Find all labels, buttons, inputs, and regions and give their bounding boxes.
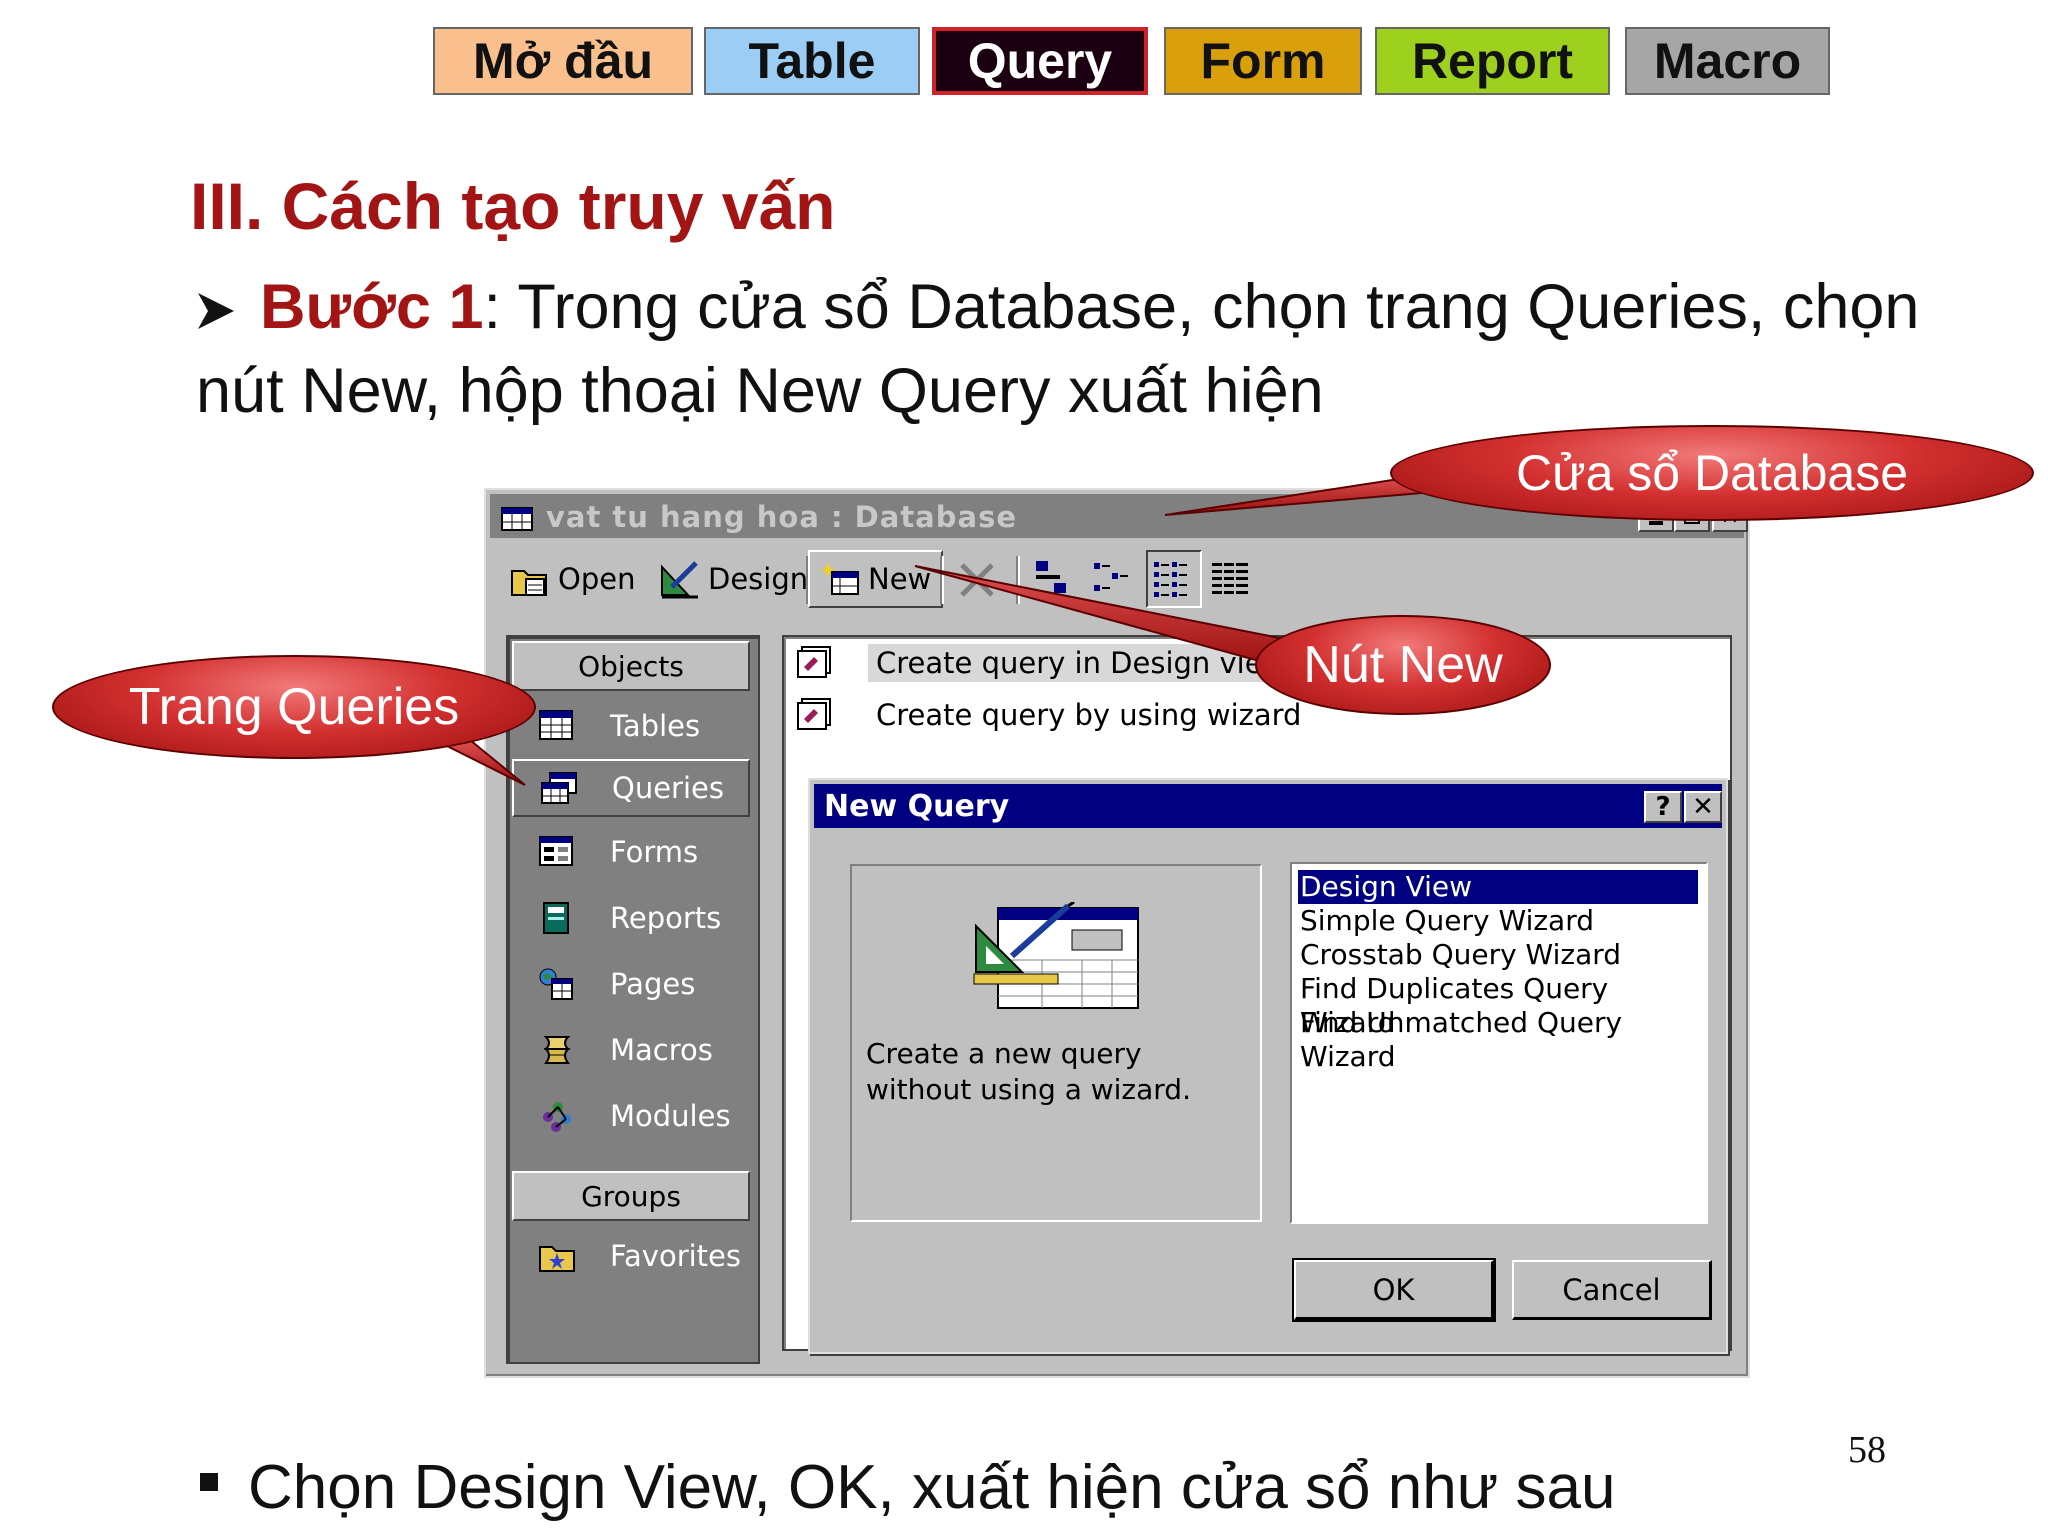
callout-queries-page: Trang Queries: [52, 655, 536, 759]
bottom-note-text: Chọn Design View, OK, xuất hiện cửa sổ n…: [248, 1453, 1616, 1522]
bottom-note: Chọn Design View, OK, xuất hiện cửa sổ n…: [200, 1452, 1615, 1523]
bullet-square-icon: [200, 1472, 218, 1491]
callout-database-window: Cửa sổ Database: [1390, 425, 2034, 521]
callout-pointers: [434, 473, 1481, 786]
callout-new-button: Nút New: [1255, 615, 1551, 715]
page-number: 58: [1848, 1429, 1886, 1471]
new-callout-pointer: [914, 565, 1294, 672]
